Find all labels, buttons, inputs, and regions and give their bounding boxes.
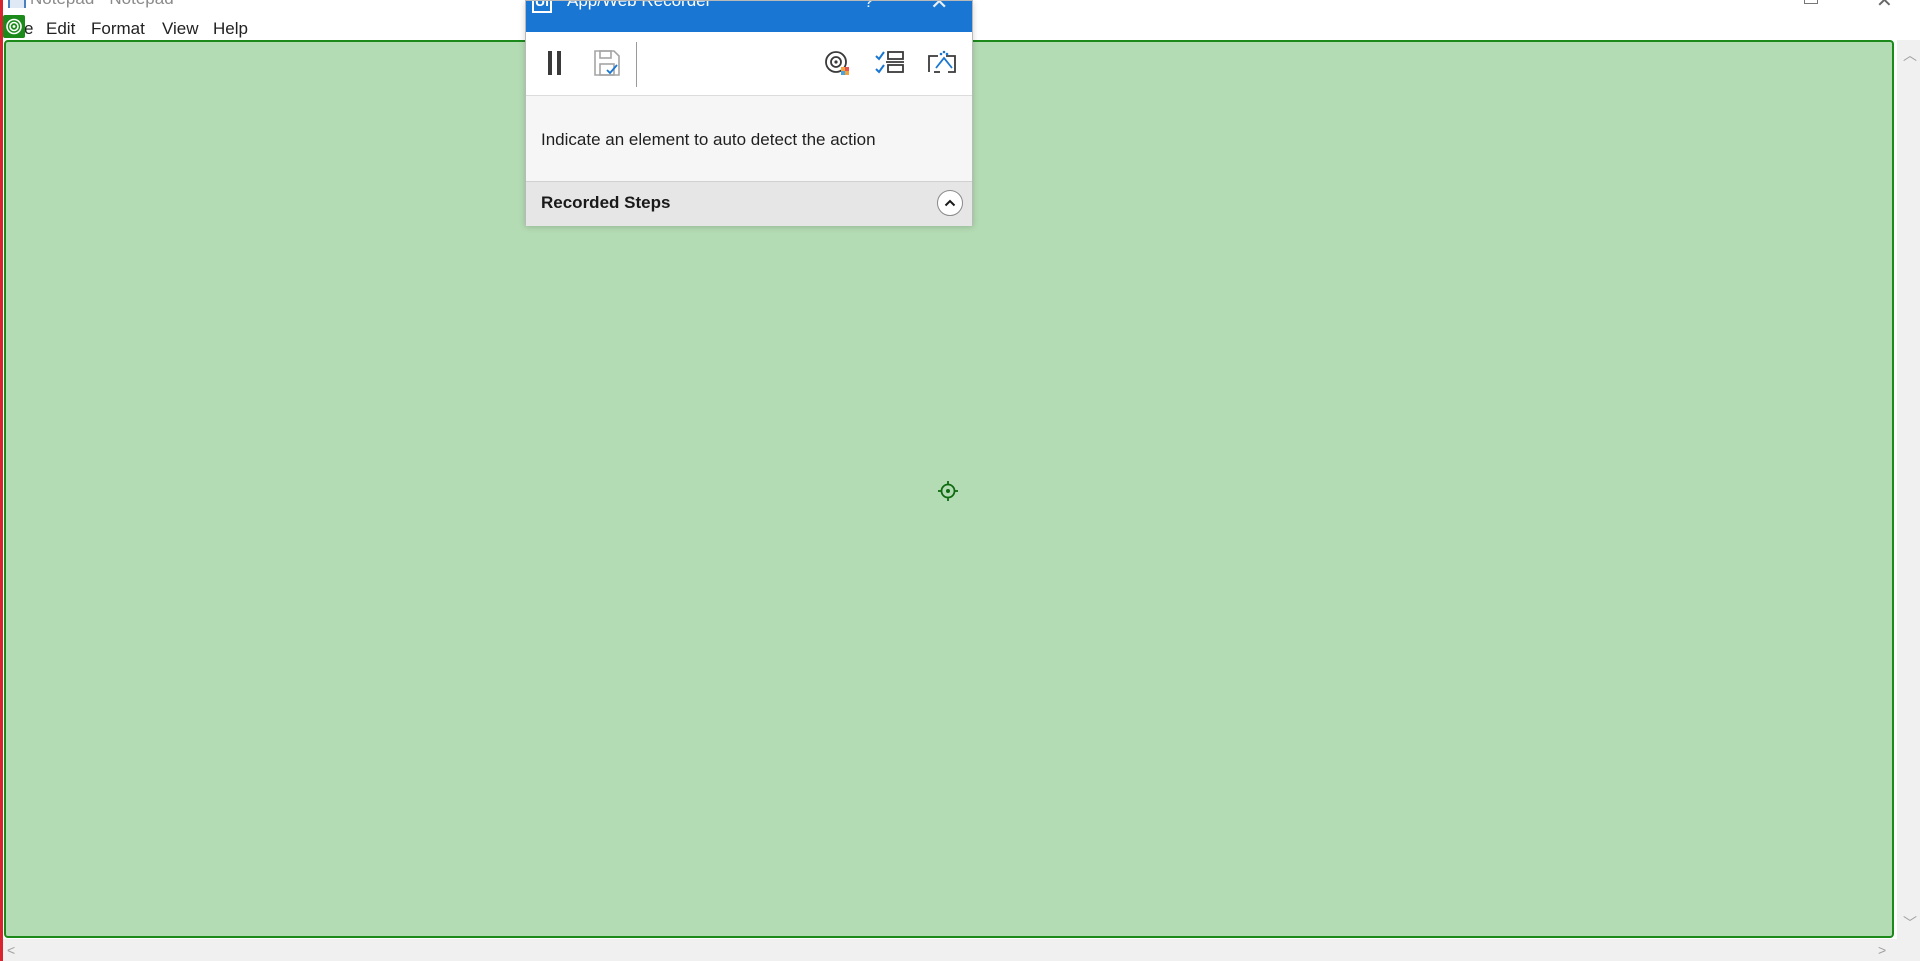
menu-help[interactable]: Help	[213, 19, 248, 39]
recorder-title: App/Web Recorder	[567, 1, 711, 11]
save-icon	[594, 50, 620, 76]
pause-icon	[548, 51, 561, 75]
notepad-window-title: Notepad - Notepad	[30, 0, 174, 8]
target-badge	[3, 15, 25, 38]
horizontal-scrollbar[interactable]: < >	[3, 939, 1897, 961]
scroll-left-icon[interactable]: <	[7, 943, 15, 957]
recorder-titlebar[interactable]: Ui App/Web Recorder ? ✕	[526, 1, 972, 32]
app-web-recorder-window: Ui App/Web Recorder ? ✕	[525, 0, 973, 226]
window-edge	[0, 0, 3, 961]
scroll-right-icon[interactable]: >	[1878, 943, 1886, 957]
toolbar-separator	[636, 42, 637, 87]
status-message: Indicate an element to auto detect the a…	[541, 130, 876, 149]
help-icon[interactable]: ?	[864, 1, 873, 12]
scrollbar-corner	[1897, 939, 1920, 961]
recorded-steps-header[interactable]: Recorded Steps	[526, 181, 972, 226]
maximize-icon[interactable]	[1804, 0, 1818, 4]
pause-button[interactable]	[537, 46, 573, 80]
scroll-up-icon[interactable]: ︿	[1903, 48, 1917, 62]
status-message-panel: Indicate an element to auto detect the a…	[526, 96, 972, 181]
recorder-toolbar	[526, 32, 972, 96]
target-record-icon	[825, 51, 849, 75]
recorder-close-icon[interactable]: ✕	[930, 1, 948, 15]
notepad-app-icon	[8, 0, 26, 8]
uipath-logo: Ui	[532, 1, 552, 13]
checklist-icon	[875, 51, 904, 74]
record-target-button[interactable]	[820, 46, 856, 80]
crosshair-cursor-icon	[938, 481, 958, 501]
menu-file[interactable]: e	[24, 19, 33, 39]
chevron-up-icon	[944, 199, 956, 207]
recorded-steps-button[interactable]	[872, 46, 908, 80]
screen-select-button[interactable]	[924, 46, 960, 80]
save-button[interactable]	[589, 46, 625, 80]
collapse-button[interactable]	[937, 190, 963, 216]
target-icon	[6, 18, 22, 35]
screen-select-icon	[928, 50, 956, 73]
menu-format[interactable]: Format	[91, 19, 145, 39]
close-icon[interactable]: ✕	[1876, 0, 1893, 8]
scroll-down-icon[interactable]: ﹀	[1903, 916, 1917, 930]
recorded-steps-label: Recorded Steps	[541, 193, 671, 212]
vertical-scrollbar[interactable]: ︿ ﹀	[1897, 40, 1920, 939]
menu-view[interactable]: View	[162, 19, 199, 39]
menu-edit[interactable]: Edit	[46, 19, 75, 39]
